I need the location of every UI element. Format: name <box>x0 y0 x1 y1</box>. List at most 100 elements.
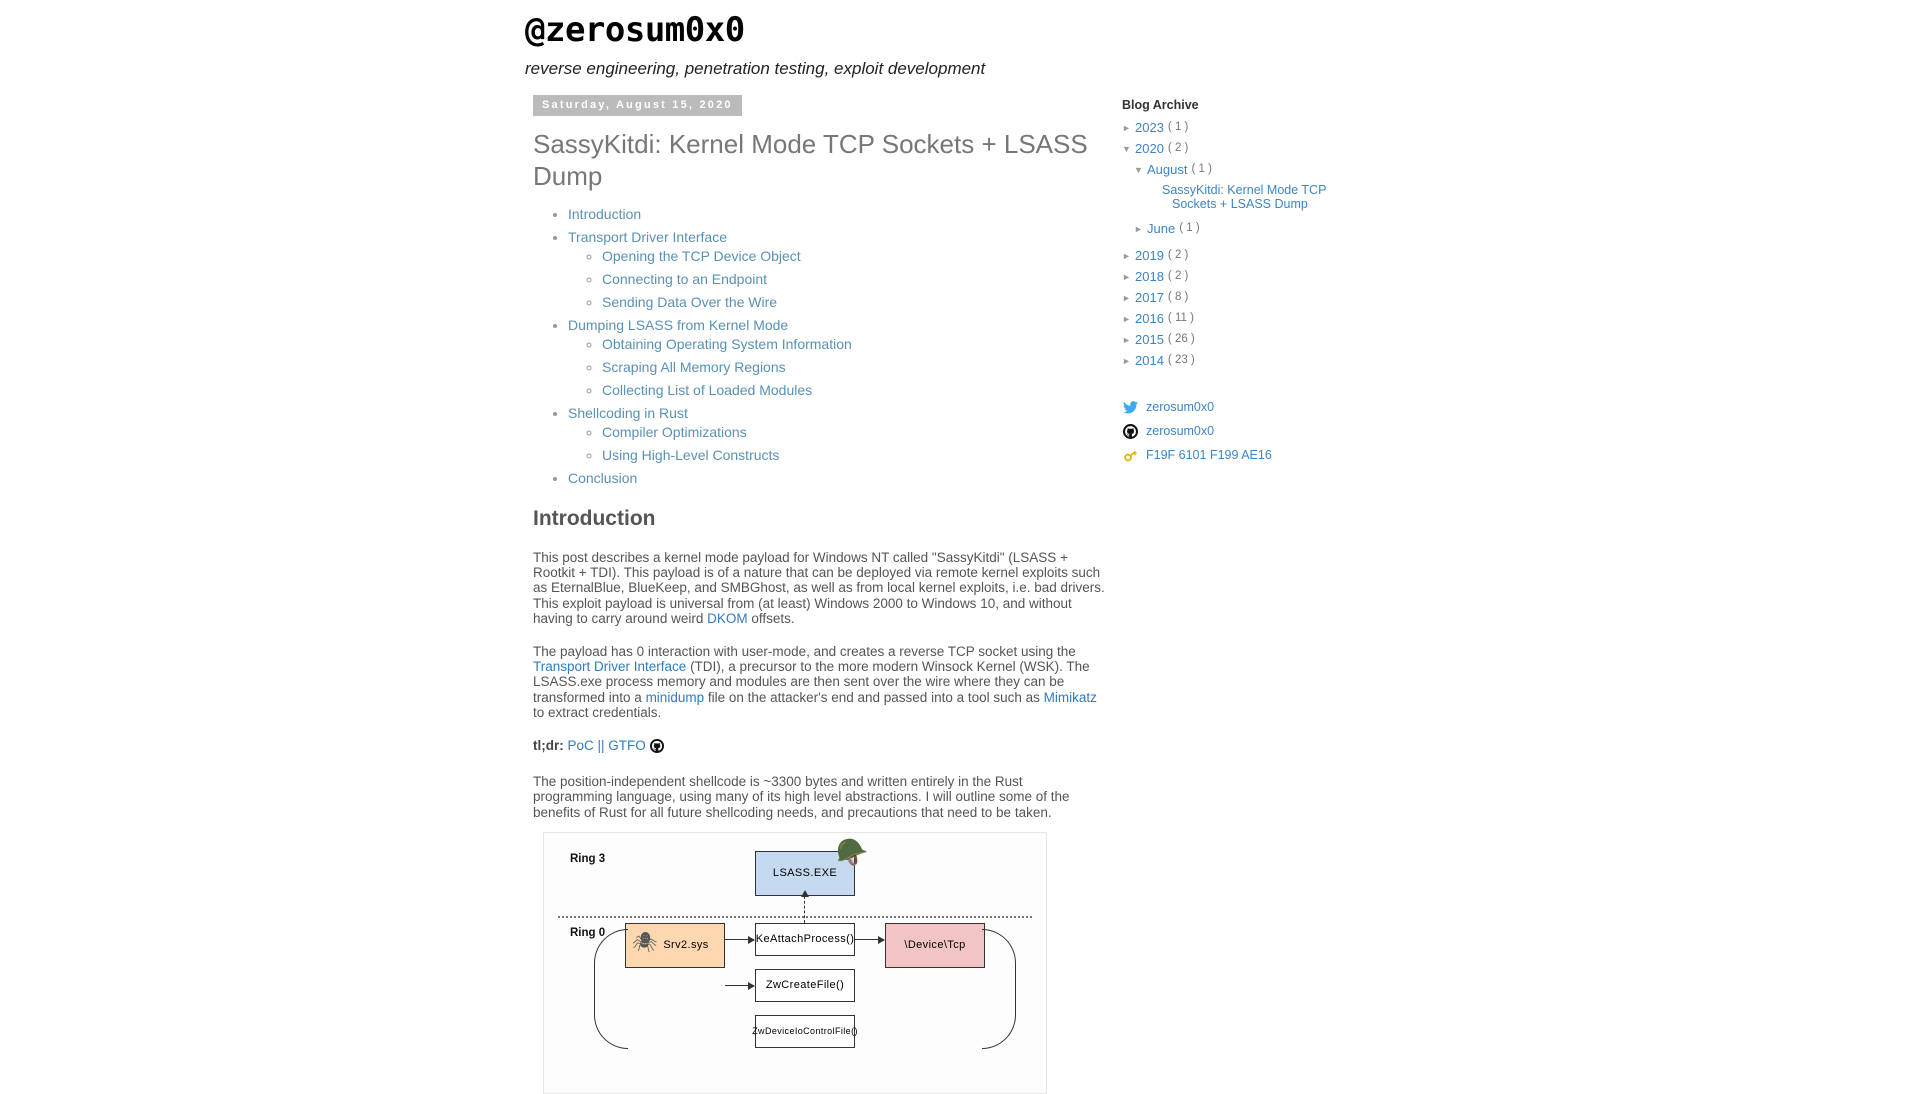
social-row-pgp-key[interactable]: F19F 6101 F199 AE16 <box>1122 447 1422 463</box>
paragraph-3: The position-independent shellcode is ~3… <box>533 774 1070 820</box>
github-icon <box>1122 423 1138 439</box>
toc-subitem: Using High-Level Constructs <box>602 446 1105 465</box>
blog-page: @zerosum0x0 reverse engineering, penetra… <box>0 0 1920 1094</box>
chevron-right-icon[interactable]: ► <box>1122 290 1135 306</box>
toc-link-collecting-loaded-modules[interactable]: Collecting List of Loaded Modules <box>602 382 812 398</box>
archive-year-link-2015[interactable]: 2015 <box>1135 332 1164 347</box>
link-minidump[interactable]: minidump <box>646 690 705 705</box>
toc-link-transport-driver-interface[interactable]: Transport Driver Interface <box>568 229 727 245</box>
archive-row-2016[interactable]: ► 2016 ( 11 ) <box>1122 311 1422 327</box>
paragraph-2-text-a: The payload has 0 interaction with user-… <box>533 644 1076 660</box>
toc-link-obtaining-os-information[interactable]: Obtaining Operating System Information <box>602 336 852 352</box>
archive-count-2016: ( 11 ) <box>1167 312 1194 324</box>
toc-item: Shellcoding in Rust Compiler Optimizatio… <box>568 404 1105 465</box>
diagram-curve-left <box>594 928 628 1049</box>
diagram-curve-right <box>982 928 1016 1049</box>
toc-link-opening-tcp-device-object[interactable]: Opening the TCP Device Object <box>602 248 801 264</box>
chevron-right-icon[interactable]: ► <box>1122 269 1135 285</box>
toc-link-connecting-to-an-endpoint[interactable]: Connecting to an Endpoint <box>602 271 767 287</box>
table-of-contents: Introduction Transport Driver Interface … <box>533 205 1105 488</box>
diagram-box-srv2-label: Srv2.sys <box>663 939 709 952</box>
chevron-right-icon[interactable]: ► <box>1122 248 1135 264</box>
chevron-down-icon[interactable]: ▼ <box>1122 141 1135 157</box>
github-icon[interactable] <box>649 739 664 756</box>
diagram-box-zwcreatefile: ZwCreateFile() <box>755 968 855 1002</box>
archive-year-link-2020[interactable]: 2020 <box>1135 141 1164 156</box>
blog-title[interactable]: @zerosum0x0 <box>525 8 1920 52</box>
paragraph-2-text-d: to extract credentials. <box>533 704 662 720</box>
tldr-paragraph: tl;dr: PoC || GTFO <box>533 738 1105 756</box>
paragraph-1-text-a: This post describes a kernel mode payloa… <box>533 550 1105 626</box>
toc-link-using-high-level-constructs[interactable]: Using High-Level Constructs <box>602 447 779 463</box>
diagram-arrow-srv-to-ke <box>725 935 755 944</box>
toc-sublist: Opening the TCP Device Object Connecting… <box>568 247 1105 312</box>
toc-subitem: Opening the TCP Device Object <box>602 247 1105 266</box>
social-link-twitter[interactable]: zerosum0x0 <box>1146 400 1214 414</box>
archive-year-link-2018[interactable]: 2018 <box>1135 269 1164 284</box>
toc-item: Conclusion <box>568 469 1105 488</box>
social-link-pgp-fingerprint[interactable]: F19F 6101 F199 AE16 <box>1146 448 1272 462</box>
archive-row-2019[interactable]: ► 2019 ( 2 ) <box>1122 248 1422 264</box>
architecture-diagram: Ring 3 Ring 0 LSASS.EXE 🪖 Srv2.sys 🕷 KeA… <box>543 831 1047 1094</box>
archive-row-2017[interactable]: ► 2017 ( 8 ) <box>1122 290 1422 306</box>
link-poc-gtfo[interactable]: PoC || GTFO <box>568 738 646 753</box>
chevron-down-icon[interactable]: ▼ <box>1134 162 1147 178</box>
archive-year-link-2014[interactable]: 2014 <box>1135 353 1164 368</box>
archive-row-2018[interactable]: ► 2018 ( 2 ) <box>1122 269 1422 285</box>
toc-item: Dumping LSASS from Kernel Mode Obtaining… <box>568 316 1105 400</box>
archive-row-2014[interactable]: ► 2014 ( 23 ) <box>1122 353 1422 369</box>
key-icon <box>1122 447 1138 463</box>
archive-count-2023: ( 1 ) <box>1167 121 1189 133</box>
spider-icon: 🕷 <box>632 931 658 954</box>
archive-post-row: SassyKitdi: Kernel Mode TCP Sockets + LS… <box>1162 183 1352 211</box>
social-row-github[interactable]: zerosum0x0 <box>1122 423 1422 439</box>
toc-link-introduction[interactable]: Introduction <box>568 206 641 222</box>
diagram-arrow-srv-to-zw <box>725 981 755 990</box>
social-link-github[interactable]: zerosum0x0 <box>1146 424 1214 438</box>
post-date-header: Saturday, August 15, 2020 <box>533 95 742 116</box>
link-dkom[interactable]: DKOM <box>707 611 748 626</box>
toc-subitem: Compiler Optimizations <box>602 423 1105 442</box>
diagram-box-zwdeviceiocontrolfile: ZwDeviceIoControlFile() <box>752 1014 857 1048</box>
link-transport-driver-interface[interactable]: Transport Driver Interface <box>533 659 686 674</box>
paragraph-1-text-b: offsets. <box>747 610 795 626</box>
social-row-twitter[interactable]: zerosum0x0 <box>1122 399 1422 415</box>
treasure-chest-icon: 🪖 <box>836 836 869 867</box>
toc-link-sending-data-over-the-wire[interactable]: Sending Data Over the Wire <box>602 294 777 310</box>
diagram-ring-divider <box>558 915 1032 918</box>
toc-link-compiler-optimizations[interactable]: Compiler Optimizations <box>602 424 747 440</box>
archive-year-link-2023[interactable]: 2023 <box>1135 120 1164 135</box>
archive-year-link-2016[interactable]: 2016 <box>1135 311 1164 326</box>
archive-row-june[interactable]: ► June ( 1 ) <box>1134 221 1422 237</box>
toc-link-scraping-memory-regions[interactable]: Scraping All Memory Regions <box>602 359 786 375</box>
chevron-right-icon[interactable]: ► <box>1122 120 1135 136</box>
tldr-label: tl;dr: <box>533 738 564 754</box>
social-links: zerosum0x0 zerosum0x0 F19F 6101 F199 AE1… <box>1122 399 1422 463</box>
archive-month-link-august[interactable]: August <box>1147 162 1187 177</box>
archive-count-2014: ( 23 ) <box>1167 354 1195 366</box>
archive-row-2020[interactable]: ▼ 2020 ( 2 ) <box>1122 141 1422 157</box>
chevron-right-icon[interactable]: ► <box>1122 353 1135 369</box>
archive-year-link-2017[interactable]: 2017 <box>1135 290 1164 305</box>
main-column: Saturday, August 15, 2020 SassyKitdi: Ke… <box>533 95 1105 1094</box>
archive-month-link-june[interactable]: June <box>1147 221 1175 236</box>
archive-post-link[interactable]: SassyKitdi: Kernel Mode TCP Sockets + LS… <box>1162 183 1352 211</box>
toc-link-dumping-lsass[interactable]: Dumping LSASS from Kernel Mode <box>568 317 788 333</box>
diagram-ring3-label: Ring 3 <box>570 852 606 865</box>
toc-sublist: Obtaining Operating System Information S… <box>568 335 1105 400</box>
archive-count-june: ( 1 ) <box>1179 222 1200 234</box>
post-title: SassyKitdi: Kernel Mode TCP Sockets + LS… <box>533 129 1088 191</box>
link-mimikatz[interactable]: Mimikatz <box>1044 690 1097 705</box>
toc-link-conclusion[interactable]: Conclusion <box>568 470 637 486</box>
archive-count-2019: ( 2 ) <box>1167 249 1189 261</box>
archive-row-august[interactable]: ▼ August ( 1 ) <box>1134 162 1422 178</box>
chevron-right-icon[interactable]: ► <box>1122 332 1135 348</box>
chevron-right-icon[interactable]: ► <box>1134 221 1147 237</box>
archive-year-link-2019[interactable]: 2019 <box>1135 248 1164 263</box>
archive-count-2015: ( 26 ) <box>1167 333 1195 345</box>
blog-archive-list: ► 2023 ( 1 ) ▼ 2020 ( 2 ) ▼ August ( 1 )… <box>1122 120 1422 369</box>
toc-link-shellcoding-in-rust[interactable]: Shellcoding in Rust <box>568 405 688 421</box>
chevron-right-icon[interactable]: ► <box>1122 311 1135 327</box>
archive-row-2023[interactable]: ► 2023 ( 1 ) <box>1122 120 1422 136</box>
archive-row-2015[interactable]: ► 2015 ( 26 ) <box>1122 332 1422 348</box>
